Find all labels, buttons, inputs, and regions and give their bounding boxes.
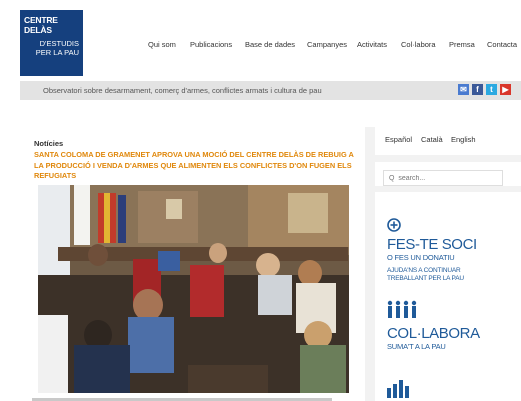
nav-item-publicacions[interactable]: Publicacions [190, 40, 232, 49]
language-english[interactable]: English [451, 135, 476, 144]
youtube-icon[interactable]: ▶ [500, 84, 511, 95]
nav-item-campanyes[interactable]: Campanyes [307, 40, 347, 49]
site-tagline: Observatori sobre desarmament, comerç d'… [43, 86, 322, 95]
join-tagline-1: AJUDA'NS A CONTINUAR [387, 267, 461, 274]
nav-item-activitats[interactable]: Activitats [357, 40, 387, 49]
search-box [375, 162, 521, 186]
section-label: Notícies [34, 139, 64, 148]
join-subtitle[interactable]: O FES UN DONATIU [387, 254, 455, 262]
nav-item-qui-som[interactable]: Qui som [148, 40, 176, 49]
search-input[interactable] [383, 170, 503, 186]
bar-chart-icon [387, 380, 409, 398]
facebook-icon[interactable]: f [472, 84, 483, 95]
language-catala[interactable]: Català [421, 135, 443, 144]
nav-item-col-labora[interactable]: Col·labora [401, 40, 436, 49]
news-article: Notícies SANTA COLOMA DE GRAMENET APROVA… [20, 127, 362, 401]
people-icon [387, 300, 417, 318]
twitter-icon[interactable]: t [486, 84, 497, 95]
plus-circle-icon [387, 218, 401, 232]
main-nav: Qui som Publicacions Base de dades Campa… [0, 40, 521, 52]
mail-icon[interactable]: ✉ [458, 84, 469, 95]
language-espanol[interactable]: Español [385, 135, 412, 144]
nav-item-base-de-dades[interactable]: Base de dades [245, 40, 295, 49]
collaborate-title[interactable]: COL·LABORA [387, 326, 480, 342]
sidebar-promos: FES-TE SOCI O FES UN DONATIU AJUDA'NS A … [375, 192, 521, 401]
nav-item-contacta[interactable]: Contacta [487, 40, 517, 49]
collaborate-subtitle: SUMA'T A LA PAU [387, 342, 446, 351]
photo-caption-cropped [32, 398, 332, 401]
news-photo[interactable] [38, 185, 349, 393]
language-selector: Español Català English [375, 127, 521, 155]
join-tagline-2: TREBALLANT PER LA PAU [387, 275, 464, 282]
news-headline[interactable]: SANTA COLOMA DE GRAMENET APROVA UNA MOCI… [34, 150, 354, 182]
logo-line-1: CENTRE DELÀS [24, 15, 58, 35]
nav-item-premsa[interactable]: Premsa [449, 40, 475, 49]
tagline-bar: Observatori sobre desarmament, comerç d'… [20, 81, 521, 100]
join-title[interactable]: FES-TE SOCI [387, 237, 477, 253]
meeting-photo-illustration [38, 185, 349, 393]
